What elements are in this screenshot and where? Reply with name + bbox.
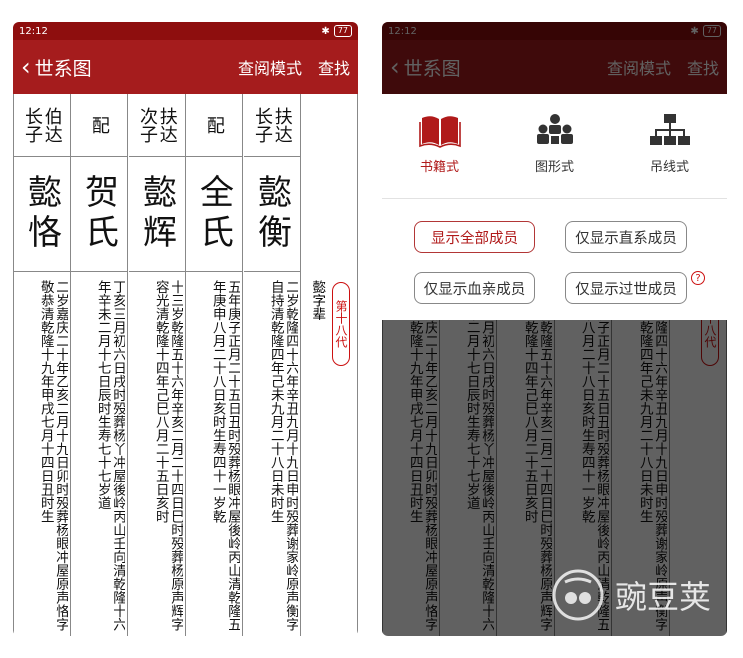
mode-selector: 书籍式 图形式 吊线式 <box>382 94 727 199</box>
bluetooth-icon: ✱ <box>321 25 330 37</box>
view-options-sheet: 书籍式 图形式 吊线式 显示全部成员 仅显示直系成员 仅显示血亲成员 仅显示过世… <box>382 94 727 320</box>
member-name: 㦤恪 <box>21 173 62 254</box>
member-bio: 丁亥三月初六日戌时殁葬杨丫冲屋後岭丙山壬向清乾隆十六年辛未二月十七日辰时生寿七十… <box>94 280 125 631</box>
help-icon[interactable]: ? <box>691 271 705 285</box>
relation-label: 配 <box>203 116 225 134</box>
relation-label-2: 伯达 <box>41 107 63 143</box>
show-direct-members-button[interactable]: 仅显示直系成员 <box>565 221 687 253</box>
page-title: 世系图 <box>34 57 92 80</box>
member-column[interactable]: 长子 扶达 㦤衡 二岁乾隆四十六年辛丑九月十九日申时殁葬谢家岭原声衡字自持清乾隆四… <box>244 94 301 636</box>
member-bio: 五年庚子正月二十五日丑时殁葬杨眼冲屋後岭丙山清乾隆五年庚申八月二十八日亥时生寿四… <box>209 280 240 631</box>
battery-icon: 77 <box>333 25 352 37</box>
right-screen: 12:12 ✱ 77 ‹ 世系图 查阅模式 查找 二岁嘉庆二十年乙亥二月十九日卯… <box>382 22 727 636</box>
org-chart-icon <box>649 114 690 145</box>
relation-label-2: 扶达 <box>271 107 293 143</box>
mode-book-label: 书籍式 <box>419 160 459 175</box>
watermark-text: 豌豆荚 <box>614 578 711 616</box>
mode-lineage-label: 吊线式 <box>649 160 689 175</box>
mode-lineage[interactable]: 吊线式 <box>625 112 715 198</box>
relation-label: 长子 <box>22 107 43 143</box>
show-all-members-button[interactable]: 显示全部成员 <box>414 221 535 253</box>
member-column[interactable]: 长子 伯达 㦤恪 二岁嘉庆二十年乙亥二月十九日卯时殁葬杨眼冲屋原声恪字敬恭清乾隆十… <box>14 94 71 636</box>
member-column[interactable]: 配 全氏 五年庚子正月二十五日丑时殁葬杨眼冲屋後岭丙山清乾隆五年庚申八月二十八日… <box>186 94 243 636</box>
generation-seal: 第十八代 <box>332 282 350 366</box>
member-name: 㦤辉 <box>136 173 177 254</box>
mode-graphic-label: 图形式 <box>534 160 574 175</box>
relation-label: 配 <box>88 116 110 134</box>
relation-label: 长子 <box>252 107 273 143</box>
back-button[interactable]: ‹ <box>21 55 31 79</box>
member-name: 㦤衡 <box>251 173 292 254</box>
show-blood-members-button[interactable]: 仅显示血亲成员 <box>414 272 535 304</box>
filter-buttons: 显示全部成员 仅显示直系成员 仅显示血亲成员 仅显示过世成员 ? <box>382 199 727 329</box>
member-column[interactable]: 配 贺氏 丁亥三月初六日戌时殁葬杨丫冲屋後岭丙山壬向清乾隆十六年辛未二月十七日辰… <box>71 94 128 636</box>
generation-column: 㦤字辈 第十八代 <box>301 94 357 636</box>
status-bar: 12:12 ✱ 77 <box>13 22 358 40</box>
book-icon <box>418 116 461 148</box>
mode-graphic[interactable]: 图形式 <box>510 112 600 198</box>
status-time: 12:12 <box>19 25 48 37</box>
member-bio: 二岁乾隆四十六年辛丑九月十九日申时殁葬谢家岭原声衡字自持清乾隆四年己未九月二十八… <box>267 280 298 631</box>
mode-book[interactable]: 书籍式 <box>395 112 485 198</box>
family-tree-book: 长子 伯达 㦤恪 二岁嘉庆二十年乙亥二月十九日卯时殁葬杨眼冲屋原声恪字敬恭清乾隆十… <box>13 94 358 636</box>
member-column[interactable]: 次子 扶达 㦤辉 十三岁乾隆五十六年辛亥二月二十四日巳时殁葬杨原声辉字容光清乾隆十… <box>129 94 186 636</box>
watermark: 豌豆荚 <box>551 568 711 622</box>
people-icon <box>536 114 573 144</box>
member-name: 全氏 <box>193 173 234 254</box>
wandoujia-logo-icon <box>552 569 604 621</box>
relation-label-2: 扶达 <box>156 107 178 143</box>
app-bar: ‹ 世系图 查阅模式 查找 <box>13 40 358 94</box>
member-bio: 二岁嘉庆二十年乙亥二月十九日卯时殁葬杨眼冲屋原声恪字敬恭清乾隆十九年甲戌七月十四… <box>37 280 68 631</box>
member-name: 贺氏 <box>78 173 119 254</box>
member-bio: 十三岁乾隆五十六年辛亥二月二十四日巳时殁葬杨原声辉字容光清乾隆十四年己巳八月二十… <box>152 280 183 631</box>
search-button[interactable]: 查找 <box>318 55 350 79</box>
show-deceased-members-button[interactable]: 仅显示过世成员 <box>565 272 687 304</box>
beifen-label: 㦤字辈 <box>309 280 326 321</box>
left-screen: 12:12 ✱ 77 ‹ 世系图 查阅模式 查找 长子 伯达 㦤恪 二岁嘉庆二十年… <box>13 22 358 636</box>
view-mode-button[interactable]: 查阅模式 <box>238 55 302 79</box>
relation-label: 次子 <box>137 107 158 143</box>
